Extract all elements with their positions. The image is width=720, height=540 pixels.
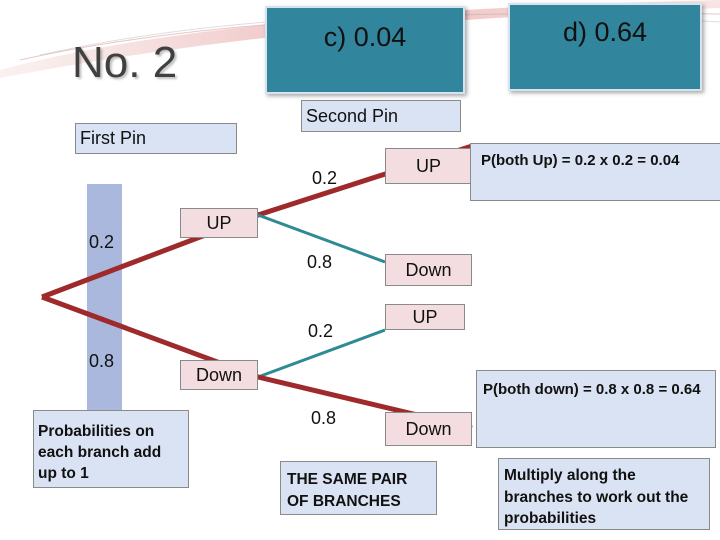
second-pin-prob-down-up: 0.2 [308, 321, 334, 341]
note-branches-add-to-one: Probabilities on each branch add up to 1 [33, 410, 189, 488]
second-pin-outcome-down-up: UP [385, 304, 465, 330]
note-both-down: P(both down) = 0.8 x 0.8 = 0.64 [476, 370, 716, 448]
first-pin-outcome-down: Down [180, 360, 258, 390]
second-pin-outcome-up-down-label: Down [405, 259, 452, 280]
second-pin-outcome-down-up-label: UP [412, 306, 438, 327]
first-pin-outcome-up: UP [180, 208, 258, 238]
note-same-pair-of-branches: THE SAME PAIR OF BRANCHES [280, 461, 437, 515]
note-multiply-along-branches: Multiply along the branches to work out … [498, 458, 710, 530]
first-pin-outcome-up-label: UP [206, 212, 232, 233]
first-pin-prob-down: 0.8 [89, 351, 115, 371]
second-pin-prob-up-down: 0.8 [307, 252, 333, 272]
second-pin-outcome-down-down: Down [385, 412, 472, 446]
note-both-up: P(both Up) = 0.2 x 0.2 = 0.04 [470, 143, 720, 201]
second-pin-outcome-up-up-label: UP [415, 155, 441, 176]
first-pin-outcome-down-label: Down [195, 364, 243, 385]
second-pin-outcome-up-down: Down [385, 254, 472, 286]
second-pin-outcome-down-down-label: Down [405, 418, 452, 439]
second-pin-prob-down-down: 0.8 [311, 408, 337, 428]
first-pin-prob-up: 0.2 [89, 232, 115, 252]
second-pin-outcome-up-up: UP [385, 148, 472, 184]
second-pin-prob-up-up: 0.2 [312, 168, 338, 188]
